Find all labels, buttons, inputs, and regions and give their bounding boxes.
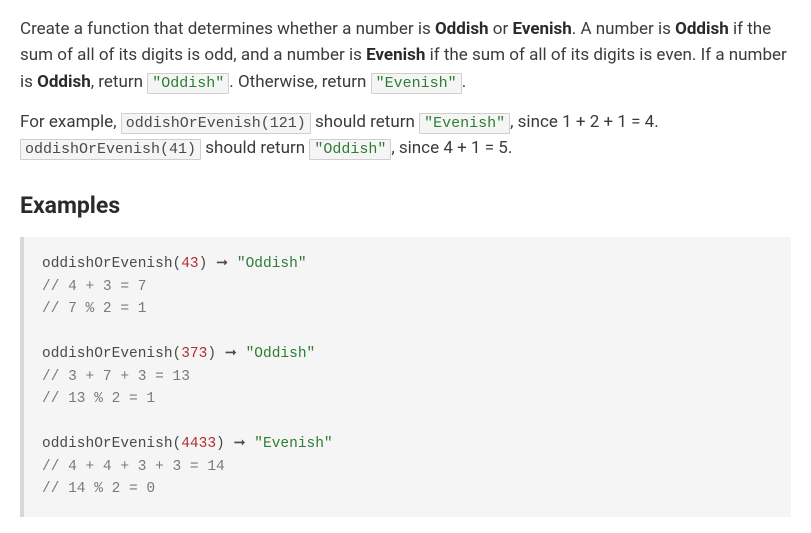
code-text: ) — [216, 436, 233, 452]
code-call-2: oddishOrEvenish(41) — [20, 139, 201, 160]
arrow-icon: ➞ — [233, 436, 245, 452]
term-evenish: Evenish — [512, 19, 571, 39]
arrow-icon: ➞ — [225, 346, 237, 362]
text: should return — [311, 112, 419, 132]
code-string: "Oddish" — [228, 256, 306, 272]
text: should return — [201, 138, 309, 158]
code-comment: // 3 + 7 + 3 = 13 — [42, 369, 190, 385]
text: Create a function that determines whethe… — [20, 19, 435, 39]
term-oddish: Oddish — [37, 72, 91, 92]
arrow-icon: ➞ — [216, 256, 228, 272]
code-literal-oddish: "Oddish" — [147, 73, 229, 94]
code-literal-evenish: "Evenish" — [371, 73, 462, 94]
text: , since 1 + 2 + 1 = 4. — [510, 112, 659, 132]
code-number: 4433 — [181, 436, 216, 452]
text: . A number is — [572, 19, 675, 39]
code-call: oddishOrEvenish( — [42, 256, 181, 272]
term-evenish: Evenish — [366, 45, 425, 65]
problem-description: Create a function that determines whethe… — [20, 16, 791, 517]
code-number: 43 — [181, 256, 198, 272]
code-return-1: "Evenish" — [419, 113, 510, 134]
code-string: "Oddish" — [237, 346, 315, 362]
text: , since 4 + 1 = 5. — [391, 138, 512, 158]
code-comment: // 4 + 3 = 7 — [42, 279, 146, 295]
text: , return — [91, 72, 147, 92]
code-return-2: "Oddish" — [309, 139, 391, 160]
code-text: ) — [207, 346, 224, 362]
text: or — [489, 19, 513, 39]
code-comment: // 7 % 2 = 1 — [42, 301, 146, 317]
code-string: "Evenish" — [246, 436, 333, 452]
examples-heading: Examples — [20, 188, 791, 224]
term-oddish: Oddish — [675, 19, 729, 39]
intro-paragraph-2: For example, oddishOrEvenish(121) should… — [20, 109, 791, 162]
examples-code-block: oddishOrEvenish(43) ➞ "Oddish" // 4 + 3 … — [20, 237, 791, 516]
text: . Otherwise, return — [229, 72, 370, 92]
text: . — [462, 72, 466, 92]
code-number: 373 — [181, 346, 207, 362]
code-call-1: oddishOrEvenish(121) — [121, 113, 311, 134]
code-call: oddishOrEvenish( — [42, 436, 181, 452]
code-comment: // 4 + 4 + 3 + 3 = 14 — [42, 459, 225, 475]
code-comment: // 14 % 2 = 0 — [42, 481, 155, 497]
code-call: oddishOrEvenish( — [42, 346, 181, 362]
term-oddish: Oddish — [435, 19, 489, 39]
intro-paragraph-1: Create a function that determines whethe… — [20, 16, 791, 95]
text: For example, — [20, 112, 121, 132]
code-comment: // 13 % 2 = 1 — [42, 391, 155, 407]
code-text: ) — [199, 256, 216, 272]
